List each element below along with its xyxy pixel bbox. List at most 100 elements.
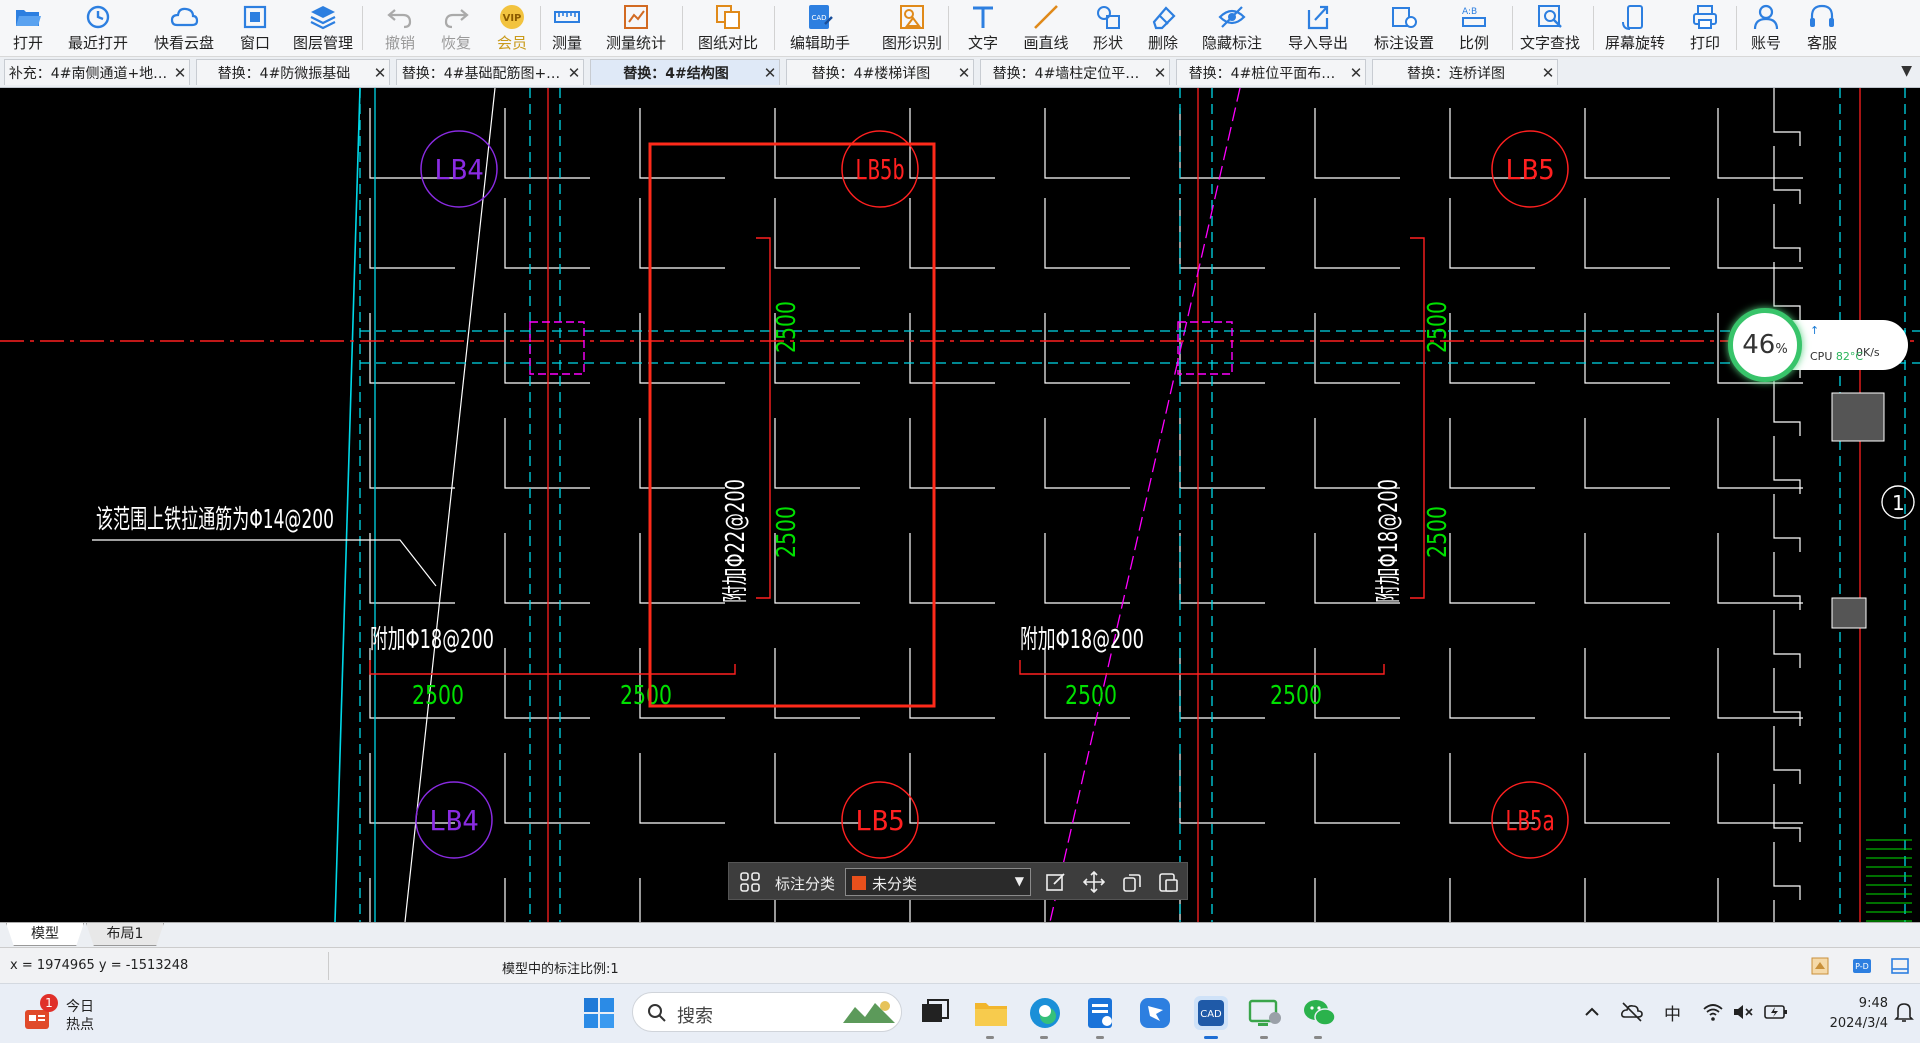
snap-toggle-icon[interactable]: P-D: [1852, 956, 1872, 976]
tab-layout1[interactable]: 布局1: [86, 923, 164, 946]
recent-clock-icon: [86, 5, 110, 29]
rebar-line: [369, 660, 736, 675]
rebar-bracket: [369, 313, 455, 384]
toolbar-button-layers[interactable]: 图层管理: [283, 0, 363, 56]
compare-icon: [716, 5, 740, 29]
rebar-bracket: [1314, 198, 1400, 269]
reader-app-icon[interactable]: [1082, 994, 1120, 1032]
wechat-icon[interactable]: [1300, 994, 1338, 1032]
toolbar-button-eraser[interactable]: 删除: [1123, 0, 1203, 56]
wall-edge: [1773, 378, 1801, 436]
app-window: 打开 最近打开 快看云盘 窗口 图层管理 撤销 恢复 VIP 会员 测量 测量统计 图纸对比 CAD 编辑…: [0, 0, 1920, 1043]
toolbar-button-recent-clock[interactable]: 最近打开: [58, 0, 138, 56]
rebar-bracket: [1314, 753, 1400, 824]
document-tab[interactable]: 替换：4#楼梯详图 ✕: [786, 59, 974, 85]
rebar-callout: 附加Φ18@200: [370, 625, 494, 655]
annotation-category-select[interactable]: 未分类 ▼: [845, 868, 1031, 896]
rebar-bracket: [1584, 753, 1670, 824]
rebar-bracket: [1584, 533, 1670, 604]
rebar-bracket: [1044, 418, 1130, 489]
rebar-bracket: [639, 198, 725, 269]
performance-widget[interactable]: ↑ 0K/s CPU 82°C + 46%: [1728, 308, 1908, 384]
task-view-icon[interactable]: [916, 994, 954, 1032]
copy-icon[interactable]: [1121, 871, 1143, 893]
edge-browser-icon[interactable]: [1026, 994, 1064, 1032]
tab-label: 替换：4#桩位平面布…: [1188, 65, 1336, 82]
toolbar-separator: [362, 6, 363, 50]
speaker-muted-icon[interactable]: [1732, 1001, 1754, 1023]
rebar-bracket: [1179, 533, 1265, 604]
news-widget[interactable]: 1 今日 热点: [24, 994, 134, 1034]
drawing-canvas[interactable]: LB4 LB5b LB5 LB4 LB5 LB5a 该范围上铁拉通筋为Φ14@200 附加Φ1…: [0, 88, 1920, 922]
wifi-icon[interactable]: [1702, 1001, 1724, 1023]
toolbar-button-cloud[interactable]: 快看云盘: [144, 0, 224, 56]
tab-model[interactable]: 模型: [6, 923, 84, 946]
document-tab[interactable]: 替换：4#桩位平面布… ✕: [1176, 59, 1366, 85]
close-icon[interactable]: ✕: [1347, 64, 1365, 82]
toolbar-button-label: 文字查找: [1519, 34, 1580, 52]
folder-open-icon: [16, 10, 41, 26]
document-tab[interactable]: 补充：4#南侧通道+地… ✕: [4, 59, 190, 85]
panel-toggle-icon[interactable]: [1890, 956, 1910, 976]
rebar-bracket: [1717, 108, 1803, 179]
cad-viewer-app-icon[interactable]: CAD: [1192, 994, 1230, 1032]
document-tab[interactable]: 替换：连桥详图 ✕: [1372, 59, 1558, 85]
memory-gauge[interactable]: 46%: [1728, 308, 1802, 382]
close-icon[interactable]: ✕: [171, 64, 189, 82]
layout-tabs: 模型 布局1: [0, 922, 1920, 947]
toolbar-button-compare[interactable]: 图纸对比: [688, 0, 768, 56]
column-outline: [529, 321, 585, 375]
input-method-indicator[interactable]: 中: [1664, 1000, 1681, 1025]
windows-start-icon[interactable]: [580, 994, 618, 1032]
text-search-icon: [1538, 5, 1562, 28]
document-tab[interactable]: 替换：4#结构图 ✕: [590, 59, 780, 85]
toolbar-button-cad-edit[interactable]: CAD 编辑助手: [780, 0, 860, 56]
taskbar-search[interactable]: 搜索: [632, 992, 902, 1032]
toolbar-button-annotation-settings[interactable]: 标注设置: [1364, 0, 1444, 56]
close-icon[interactable]: ✕: [1151, 64, 1169, 82]
toolbar-button-ruler[interactable]: 测量: [527, 0, 607, 56]
clock-date[interactable]: 2024/3/4: [1800, 1016, 1888, 1031]
toolbar-button-text-search[interactable]: 文字查找: [1510, 0, 1590, 56]
close-icon[interactable]: ✕: [565, 64, 583, 82]
paste-icon[interactable]: [1157, 871, 1179, 893]
rebar-bracket: [369, 198, 455, 269]
toolbar-button-export[interactable]: 导入导出: [1278, 0, 1358, 56]
document-tab[interactable]: 替换：4#墙柱定位平… ✕: [980, 59, 1170, 85]
cloud-sync-icon[interactable]: [1620, 1000, 1644, 1024]
rebar-bracket: [1179, 313, 1265, 384]
dingtalk-icon[interactable]: [1136, 994, 1174, 1032]
close-icon[interactable]: ✕: [371, 64, 389, 82]
slab-grid: [369, 88, 1803, 922]
rebar-callout: 附加Φ18@200: [1020, 625, 1144, 655]
toolbar-button-shape-recognize[interactable]: 图形识别: [872, 0, 952, 56]
close-icon[interactable]: ✕: [761, 64, 779, 82]
document-tab[interactable]: 替换：4#基础配筋图+… ✕: [396, 59, 584, 85]
close-icon[interactable]: ✕: [1539, 64, 1557, 82]
tab-overflow-button[interactable]: ▼: [1901, 63, 1912, 79]
file-explorer-icon[interactable]: [972, 994, 1010, 1032]
notification-bell-icon[interactable]: [1894, 1000, 1914, 1024]
toolbar-button-label: 图纸对比: [697, 34, 758, 52]
toolbar-button-label: 测量: [551, 34, 582, 52]
toolbar-button-measure-stats[interactable]: 测量统计: [596, 0, 676, 56]
toolbar-button-headset[interactable]: 客服: [1782, 0, 1862, 56]
rebar-bracket: [1044, 533, 1130, 604]
tray-chevron-up-icon[interactable]: [1582, 1002, 1602, 1022]
rebar-bracket: [774, 198, 860, 269]
remote-desktop-icon[interactable]: [1246, 994, 1284, 1032]
move-icon[interactable]: [1083, 871, 1105, 893]
cad-drawing[interactable]: LB4 LB5b LB5 LB4 LB5 LB5a 该范围上铁拉通筋为Φ14@200 附加Φ1…: [0, 88, 1920, 922]
toolbar-button-eye-off[interactable]: 隐藏标注: [1192, 0, 1272, 56]
layer-status-icon[interactable]: [1810, 956, 1830, 976]
document-tab[interactable]: 替换：4#防微振基础 ✕: [196, 59, 390, 85]
close-icon[interactable]: ✕: [955, 64, 973, 82]
toolbar-button-scale[interactable]: A:B 比例: [1434, 0, 1514, 56]
rebar-bracket: [639, 878, 641, 922]
battery-charging-icon[interactable]: [1764, 1001, 1788, 1023]
toolbar-button-rotate-screen[interactable]: 屏幕旋转: [1595, 0, 1675, 56]
clock-time[interactable]: 9:48: [1818, 996, 1888, 1011]
grid-apps-icon[interactable]: [739, 871, 761, 893]
rebar-bracket: [1717, 418, 1803, 489]
edit-annotation-icon[interactable]: [1045, 871, 1067, 893]
